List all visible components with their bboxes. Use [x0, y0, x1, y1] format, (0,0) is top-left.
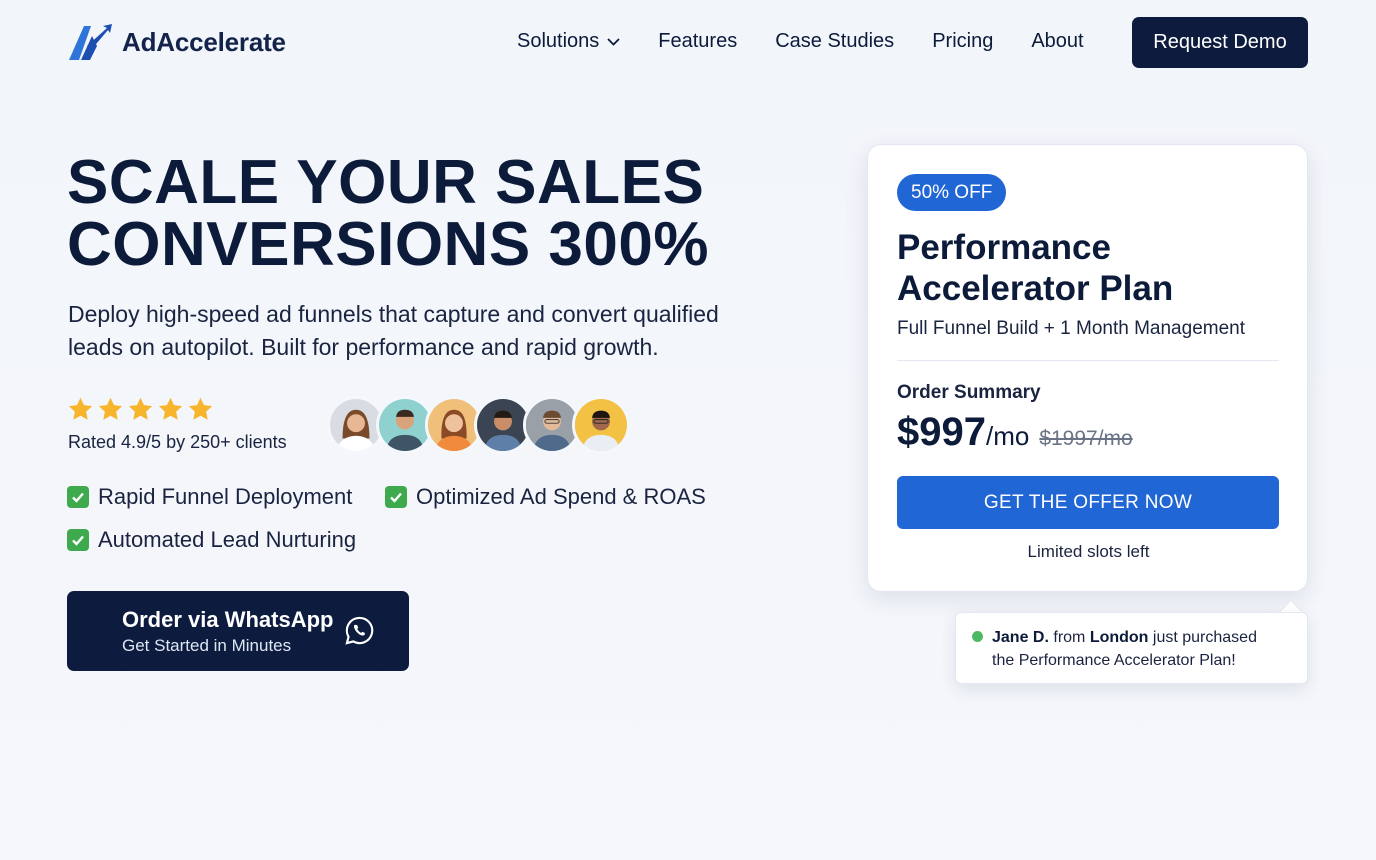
notification-line2: the Performance Accelerator Plan! [992, 652, 1236, 669]
limited-slots-note: Limited slots left [1027, 542, 1150, 561]
notification-text: Jane D. from London just purchased the P… [992, 626, 1302, 672]
nav-item-case-studies[interactable]: Case Studies [775, 30, 894, 53]
checkmark-icon [67, 486, 89, 508]
feature-bullet: Automated Lead Nurturing [67, 527, 356, 553]
rating-stars [67, 396, 214, 423]
whatsapp-button-title: Order via WhatsApp [122, 607, 334, 632]
nav-item-about[interactable]: About [1031, 30, 1083, 53]
landing-page: AdAccelerate Solutions Features Case Stu… [0, 0, 1376, 860]
top-nav: AdAccelerate Solutions Features Case Stu… [0, 0, 1376, 86]
notification-line1-rest: just purchased [1148, 629, 1257, 646]
nav-item-features[interactable]: Features [658, 30, 737, 53]
star-icon [98, 397, 123, 420]
discount-badge: 50% OFF [897, 174, 1007, 211]
price-unit: /mo [985, 421, 1030, 451]
plan-title-line-2: Accelerator Plan [897, 269, 1174, 308]
whatsapp-icon [345, 616, 374, 645]
star-icon [128, 397, 153, 420]
star-icon [68, 397, 93, 420]
whatsapp-button-subtitle: Get Started in Minutes [122, 636, 292, 655]
feature-bullet: Optimized Ad Spend & ROAS [385, 484, 706, 510]
feature-bullet-label: Rapid Funnel Deployment [98, 484, 353, 509]
hero-headline: SCALE YOUR SALES CONVERSIONS 300% [67, 152, 709, 276]
offer-card: 50% OFF Performance Accelerator Plan Ful… [867, 144, 1308, 592]
checkmark-icon [385, 486, 407, 508]
star-icon [158, 397, 183, 420]
checkmark-icon [67, 529, 89, 551]
feature-bullet-label: Automated Lead Nurturing [98, 527, 357, 552]
feature-bullet-label: Optimized Ad Spend & ROAS [416, 484, 706, 509]
online-status-dot [972, 631, 983, 642]
headline-line-2: CONVERSIONS 300% [67, 210, 709, 279]
plan-subtitle: Full Funnel Build + 1 Month Management [897, 318, 1246, 339]
nav-item-solutions[interactable]: Solutions [517, 30, 620, 53]
client-avatars [327, 396, 630, 454]
request-demo-button[interactable]: Request Demo [1132, 17, 1308, 68]
logo-icon [69, 24, 112, 60]
feature-bullet: Rapid Funnel Deployment [67, 484, 352, 510]
purchase-notification: Jane D. from London just purchased the P… [955, 612, 1308, 684]
nav-item-pricing[interactable]: Pricing [932, 30, 993, 53]
avatar [572, 396, 630, 454]
brand-logo[interactable]: AdAccelerate [67, 22, 286, 62]
rating-text: Rated 4.9/5 by 250+ clients [68, 432, 287, 452]
price-row: $997 /mo $1997/mo [897, 410, 1133, 455]
plan-title: Performance Accelerator Plan [897, 227, 1173, 309]
get-offer-button[interactable]: GET THE OFFER NOW [897, 476, 1279, 529]
buyer-city: London [1089, 629, 1149, 646]
chevron-down-icon [607, 37, 620, 46]
whatsapp-order-button[interactable]: Order via WhatsApp Get Started in Minute… [67, 591, 409, 671]
nav-item-label: Solutions [517, 30, 600, 52]
brand-name: AdAccelerate [122, 26, 286, 57]
hero-subcopy: Deploy high-speed ad funnels that captur… [68, 301, 719, 360]
headline-line-1: SCALE YOUR SALES [67, 148, 705, 217]
current-price: $997 [897, 410, 986, 454]
original-price: $1997/mo [1039, 427, 1133, 450]
buyer-name: Jane D. [992, 629, 1049, 646]
plan-title-line-1: Performance [897, 228, 1111, 267]
divider [897, 360, 1279, 361]
nav-menu: Solutions Features Case Studies Pricing … [517, 30, 1084, 53]
notification-from: from [1048, 629, 1090, 646]
star-icon [188, 397, 213, 420]
order-summary-label: Order Summary [897, 382, 1041, 403]
